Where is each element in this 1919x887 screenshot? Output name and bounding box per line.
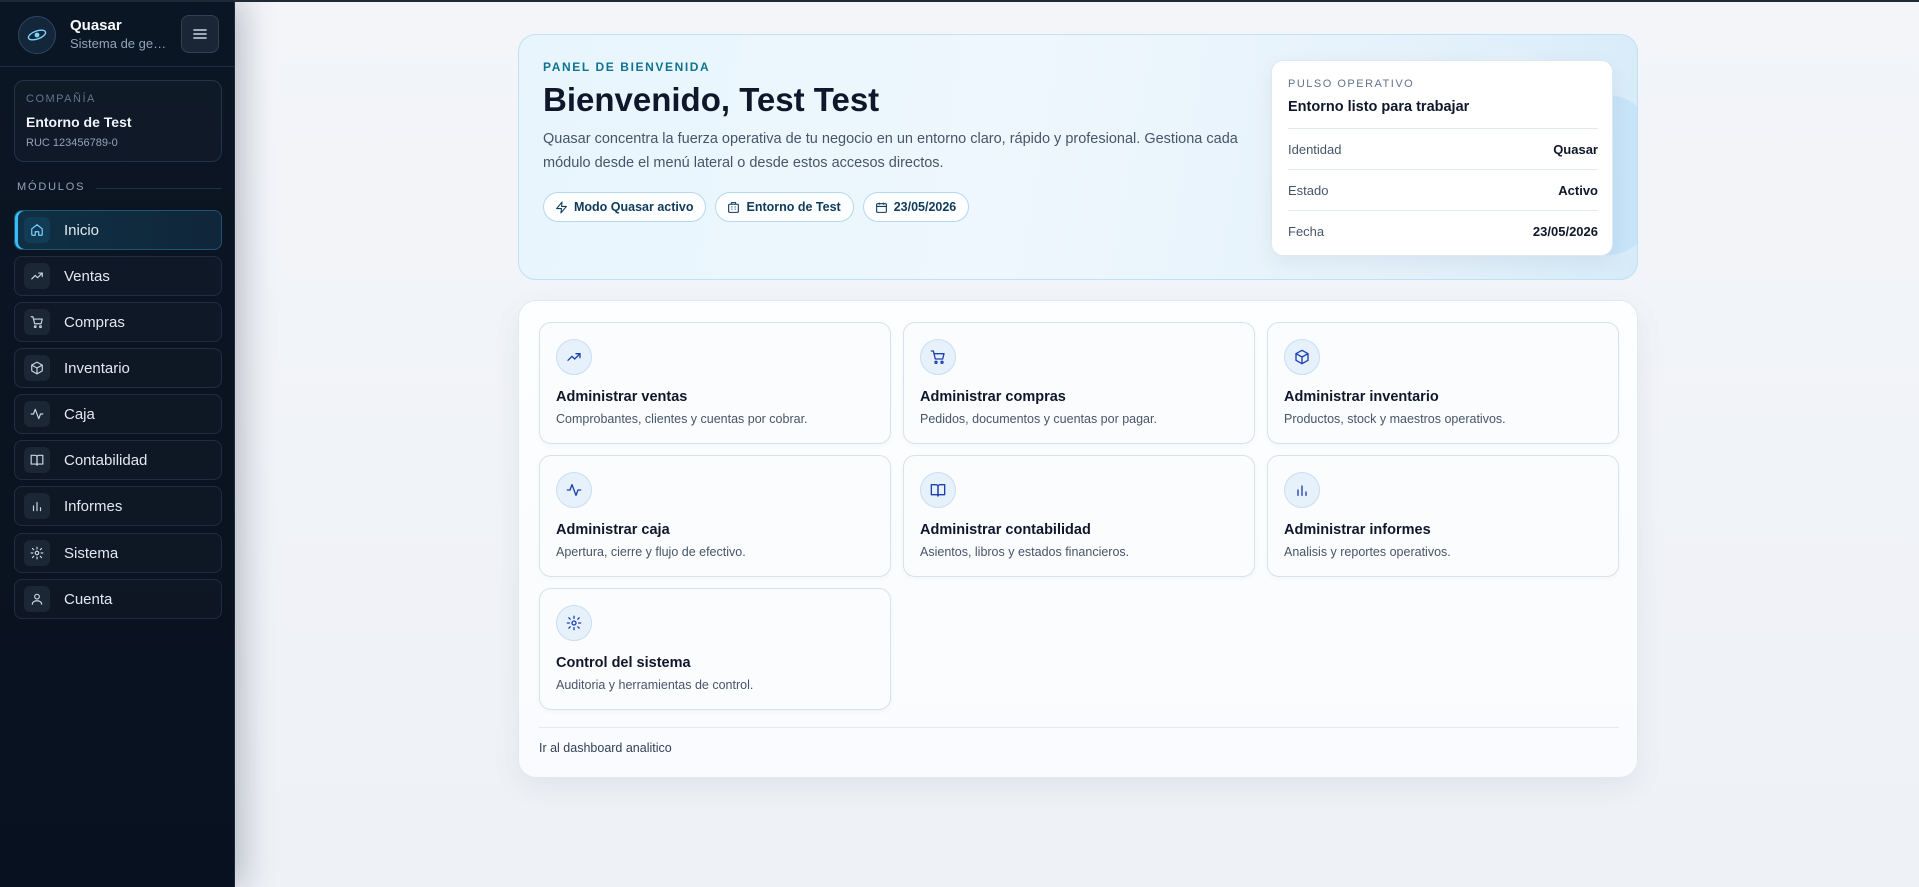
modules-heading: MÓDULOS <box>17 181 86 193</box>
trending-up-icon <box>556 339 592 375</box>
activity-icon <box>556 472 592 508</box>
tile-title: Administrar ventas <box>556 389 688 405</box>
sidebar-item-caja[interactable]: Caja <box>14 394 222 434</box>
pulse-key: Estado <box>1288 182 1329 198</box>
sidebar-item-label: Cuenta <box>64 590 113 608</box>
tile-title: Administrar contabilidad <box>920 522 1091 538</box>
tile-description: Analisis y reportes operativos. <box>1284 545 1451 559</box>
gear-icon <box>24 540 50 566</box>
pulse-value: 23/05/2026 <box>1532 223 1598 239</box>
company-name: Entorno de Test <box>26 114 132 130</box>
pulse-value: Activo <box>1558 182 1598 198</box>
menu-toggle-button[interactable] <box>181 15 219 53</box>
tile-description: Productos, stock y maestros operativos. <box>1284 412 1506 426</box>
sidebar-item-label: Compras <box>64 313 125 331</box>
welcome-description: Quasar concentra la fuerza operativa de … <box>543 131 1238 171</box>
sidebar-item-label: Inventario <box>64 359 130 377</box>
page-title: Bienvenido, Test Test <box>543 81 880 118</box>
shortcuts-panel: Administrar ventas Comprobantes, cliente… <box>518 300 1638 778</box>
sidebar-item-label: Contabilidad <box>64 451 148 469</box>
sidebar-item-label: Sistema <box>64 544 119 562</box>
cart-icon <box>920 339 956 375</box>
brand-subtitle: Sistema de gestión <box>70 36 170 51</box>
sidebar-item-label: Inicio <box>64 221 100 239</box>
sidebar-item-sistema[interactable]: Sistema <box>14 533 222 573</box>
chip-mode: Modo Quasar activo <box>543 192 707 222</box>
sidebar: Quasar Sistema de gestión COMPAÑÍA Entor… <box>0 0 235 887</box>
pulse-row-date: Fecha 23/05/2026 <box>1288 210 1598 251</box>
book-icon <box>24 447 50 473</box>
pulse-key: Fecha <box>1288 223 1325 239</box>
tile-title: Control del sistema <box>556 655 691 671</box>
sidebar-item-inicio[interactable]: Inicio <box>14 210 222 250</box>
welcome-panel: PANEL DE BIENVENIDA Bienvenido, Test Tes… <box>518 34 1638 280</box>
sidebar-item-ventas[interactable]: Ventas <box>14 256 222 296</box>
sidebar-item-label: Caja <box>64 405 95 423</box>
tile-title: Administrar compras <box>920 389 1066 405</box>
zap-icon <box>556 201 567 213</box>
tile-description: Pedidos, documentos y cuentas por pagar. <box>920 412 1157 426</box>
trending-up-icon <box>24 263 50 289</box>
quasar-logo-icon <box>18 16 56 54</box>
tile-description: Comprobantes, clientes y cuentas por cob… <box>556 412 808 426</box>
analytics-dashboard-link[interactable]: Ir al dashboard analitico <box>539 741 672 755</box>
tile-description: Auditoria y herramientas de control. <box>556 678 754 692</box>
sidebar-item-label: Informes <box>64 497 123 515</box>
bar-chart-icon <box>24 493 50 519</box>
sidebar-divider <box>0 66 235 67</box>
tile-description: Asientos, libros y estados financieros. <box>920 545 1130 559</box>
tile-sistema[interactable]: Control del sistema Auditoria y herramie… <box>539 588 891 710</box>
pulse-title: Entorno listo para trabajar <box>1288 99 1470 115</box>
panel-divider <box>539 727 1619 728</box>
company-label: COMPAÑÍA <box>26 93 96 105</box>
calendar-icon <box>875 202 887 213</box>
status-chips: Modo Quasar activo Entorno de Test 23/05… <box>543 192 970 222</box>
sidebar-item-cuenta[interactable]: Cuenta <box>14 579 222 619</box>
sidebar-item-contabilidad[interactable]: Contabilidad <box>14 440 222 480</box>
chip-date: 23/05/2026 <box>862 192 970 222</box>
tile-description: Apertura, cierre y flujo de efectivo. <box>556 545 746 559</box>
sidebar-item-label: Ventas <box>64 267 110 285</box>
tile-ventas[interactable]: Administrar ventas Comprobantes, cliente… <box>539 322 891 444</box>
sidebar-item-compras[interactable]: Compras <box>14 302 222 342</box>
pulse-row-status: Estado Activo <box>1288 169 1598 210</box>
box-icon <box>1284 339 1320 375</box>
welcome-kicker: PANEL DE BIENVENIDA <box>543 60 711 74</box>
chip-label: 23/05/2026 <box>893 200 957 214</box>
tile-title: Administrar inventario <box>1284 389 1439 405</box>
tile-caja[interactable]: Administrar caja Apertura, cierre y fluj… <box>539 455 891 577</box>
user-icon <box>24 586 50 612</box>
company-card: COMPAÑÍA Entorno de Test RUC 123456789-0 <box>14 80 222 162</box>
modules-divider <box>96 188 222 189</box>
sidebar-item-inventario[interactable]: Inventario <box>14 348 222 388</box>
hamburger-icon <box>193 29 207 39</box>
tile-compras[interactable]: Administrar compras Pedidos, documentos … <box>903 322 1255 444</box>
top-border <box>0 0 1919 2</box>
box-icon <box>24 355 50 381</box>
tile-inventario[interactable]: Administrar inventario Productos, stock … <box>1267 322 1619 444</box>
pulse-key: Identidad <box>1288 141 1342 157</box>
cart-icon <box>24 309 50 335</box>
tile-contabilidad[interactable]: Administrar contabilidad Asientos, libro… <box>903 455 1255 577</box>
activity-icon <box>24 401 50 427</box>
pulse-value: Quasar <box>1553 141 1598 157</box>
chip-label: Entorno de Test <box>746 200 841 214</box>
brand-title: Quasar <box>70 17 122 34</box>
bar-chart-icon <box>1284 472 1320 508</box>
chip-label: Modo Quasar activo <box>574 200 694 214</box>
chip-environment: Entorno de Test <box>715 192 854 222</box>
tile-informes[interactable]: Administrar informes Analisis y reportes… <box>1267 455 1619 577</box>
tile-title: Administrar caja <box>556 522 670 538</box>
operational-pulse-card: PULSO OPERATIVO Entorno listo para traba… <box>1271 60 1613 256</box>
gear-icon <box>556 605 592 641</box>
pulse-row-identity: Identidad Quasar <box>1288 128 1598 169</box>
home-icon <box>24 217 50 243</box>
tile-title: Administrar informes <box>1284 522 1431 538</box>
pulse-kicker: PULSO OPERATIVO <box>1288 78 1415 90</box>
building-icon <box>728 201 740 213</box>
sidebar-item-informes[interactable]: Informes <box>14 486 222 526</box>
book-icon <box>920 472 956 508</box>
company-ruc: RUC 123456789-0 <box>26 137 118 149</box>
